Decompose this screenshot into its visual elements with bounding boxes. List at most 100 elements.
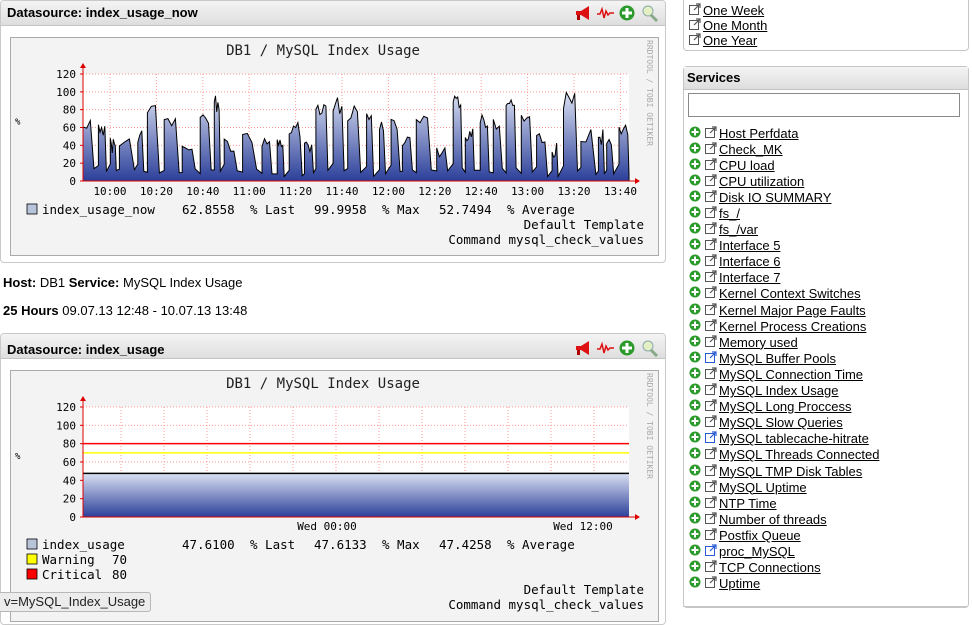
add-graph-icon[interactable] (689, 126, 705, 141)
service-item[interactable]: Memory used (689, 334, 879, 350)
external-link-icon[interactable] (705, 399, 719, 414)
external-link-icon[interactable] (705, 190, 719, 205)
service-item[interactable]: Interface 5 (689, 238, 879, 254)
external-link-icon[interactable] (705, 335, 719, 350)
service-link[interactable]: MySQL Connection Time (719, 367, 863, 382)
external-link-icon[interactable] (705, 367, 719, 382)
zoom-icon[interactable] (640, 339, 659, 358)
external-link-icon[interactable] (705, 254, 719, 269)
service-link[interactable]: MySQL Long Proccess (719, 399, 851, 414)
service-item[interactable]: fs_/var (689, 222, 879, 238)
service-item[interactable]: Kernel Major Page Faults (689, 302, 879, 318)
service-link[interactable]: Uptime (719, 576, 760, 591)
service-link[interactable]: NTP Time (719, 496, 777, 511)
service-item[interactable]: Postfix Queue (689, 527, 879, 543)
add-graph-icon[interactable] (689, 431, 705, 446)
service-item[interactable]: CPU utilization (689, 173, 879, 189)
service-link[interactable]: Host Perfdata (719, 126, 799, 141)
service-link[interactable]: MySQL Slow Queries (719, 415, 843, 430)
service-item[interactable]: Kernel Process Creations (689, 318, 879, 334)
add-graph-icon[interactable] (689, 351, 705, 366)
add-graph-icon[interactable] (689, 206, 705, 221)
service-link[interactable]: MySQL TMP Disk Tables (719, 464, 862, 479)
add-icon[interactable] (618, 339, 637, 357)
add-graph-icon[interactable] (689, 303, 705, 318)
service-link[interactable]: Disk IO SUMMARY (719, 190, 831, 205)
service-link[interactable]: Check_MK (719, 142, 783, 157)
external-link-icon[interactable] (705, 222, 719, 237)
time-range-label[interactable]: One Week (703, 3, 764, 18)
service-link[interactable]: MySQL Index Usage (719, 383, 838, 398)
external-link-icon[interactable] (705, 158, 719, 173)
external-link-blue-icon[interactable] (705, 431, 719, 446)
external-link-icon[interactable] (705, 496, 719, 511)
service-item[interactable]: Host Perfdata (689, 125, 879, 141)
add-graph-icon[interactable] (689, 512, 705, 527)
time-range-link[interactable]: One Week (689, 3, 767, 18)
add-graph-icon[interactable] (689, 142, 705, 157)
service-link[interactable]: MySQL Uptime (719, 480, 807, 495)
add-graph-icon[interactable] (689, 286, 705, 301)
add-graph-icon[interactable] (689, 383, 705, 398)
add-graph-icon[interactable] (689, 496, 705, 511)
service-item[interactable]: MySQL Threads Connected (689, 447, 879, 463)
service-link[interactable]: Kernel Context Switches (719, 286, 861, 301)
add-icon[interactable] (618, 4, 637, 22)
external-link-icon[interactable] (705, 206, 719, 221)
add-graph-icon[interactable] (689, 367, 705, 382)
external-link-icon[interactable] (705, 238, 719, 253)
add-graph-icon[interactable] (689, 447, 705, 462)
external-link-icon[interactable] (705, 174, 719, 189)
service-item[interactable]: MySQL Slow Queries (689, 415, 879, 431)
add-graph-icon[interactable] (689, 399, 705, 414)
add-graph-icon[interactable] (689, 254, 705, 269)
external-link-icon[interactable] (705, 480, 719, 495)
service-item[interactable]: MySQL Buffer Pools (689, 350, 879, 366)
service-item[interactable]: MySQL Uptime (689, 479, 879, 495)
graph-wave-icon[interactable] (596, 4, 615, 22)
service-item[interactable]: MySQL Long Proccess (689, 399, 879, 415)
external-link-blue-icon[interactable] (705, 351, 719, 366)
external-link-icon[interactable] (705, 463, 719, 479)
service-link[interactable]: Memory used (719, 335, 798, 350)
external-link-blue-icon[interactable] (705, 544, 719, 559)
service-item[interactable]: NTP Time (689, 495, 879, 511)
service-item[interactable]: Interface 6 (689, 254, 879, 270)
service-link[interactable]: MySQL tablecache-hitrate (719, 431, 869, 446)
service-item[interactable]: Uptime (689, 576, 879, 592)
add-graph-icon[interactable] (689, 190, 705, 205)
add-graph-icon[interactable] (689, 222, 705, 237)
service-item[interactable]: CPU load (689, 157, 879, 173)
service-link[interactable]: CPU load (719, 158, 775, 173)
service-item[interactable]: MySQL Index Usage (689, 383, 879, 399)
add-graph-icon[interactable] (689, 319, 705, 334)
graph-wave-icon[interactable] (596, 339, 615, 357)
add-graph-icon[interactable] (689, 528, 705, 543)
megaphone-icon[interactable] (574, 339, 593, 357)
service-item[interactable]: TCP Connections (689, 560, 879, 576)
megaphone-icon[interactable] (574, 4, 593, 22)
service-link[interactable]: CPU utilization (719, 174, 804, 189)
external-link-icon[interactable] (705, 302, 719, 318)
service-item[interactable]: Number of threads (689, 511, 879, 527)
service-link[interactable]: MySQL Buffer Pools (719, 351, 836, 366)
external-link-icon[interactable] (705, 528, 719, 543)
add-graph-icon[interactable] (689, 270, 705, 285)
add-graph-icon[interactable] (689, 158, 705, 173)
service-link[interactable]: Interface 7 (719, 270, 780, 285)
add-graph-icon[interactable] (689, 544, 705, 559)
service-item[interactable]: MySQL Connection Time (689, 366, 879, 382)
external-link-icon[interactable] (705, 286, 719, 301)
external-link-icon[interactable] (705, 415, 719, 430)
service-link[interactable]: Interface 6 (719, 254, 780, 269)
external-link-icon[interactable] (705, 560, 719, 575)
external-link-icon[interactable] (705, 270, 719, 285)
service-item[interactable]: MySQL tablecache-hitrate (689, 431, 879, 447)
service-link[interactable]: Interface 5 (719, 238, 780, 253)
time-range-link[interactable]: One Year (689, 33, 767, 48)
add-graph-icon[interactable] (689, 560, 705, 575)
service-link[interactable]: Kernel Major Page Faults (719, 303, 866, 318)
external-link-icon[interactable] (705, 142, 719, 157)
service-item[interactable]: fs_/ (689, 205, 879, 221)
external-link-icon[interactable] (705, 383, 719, 398)
